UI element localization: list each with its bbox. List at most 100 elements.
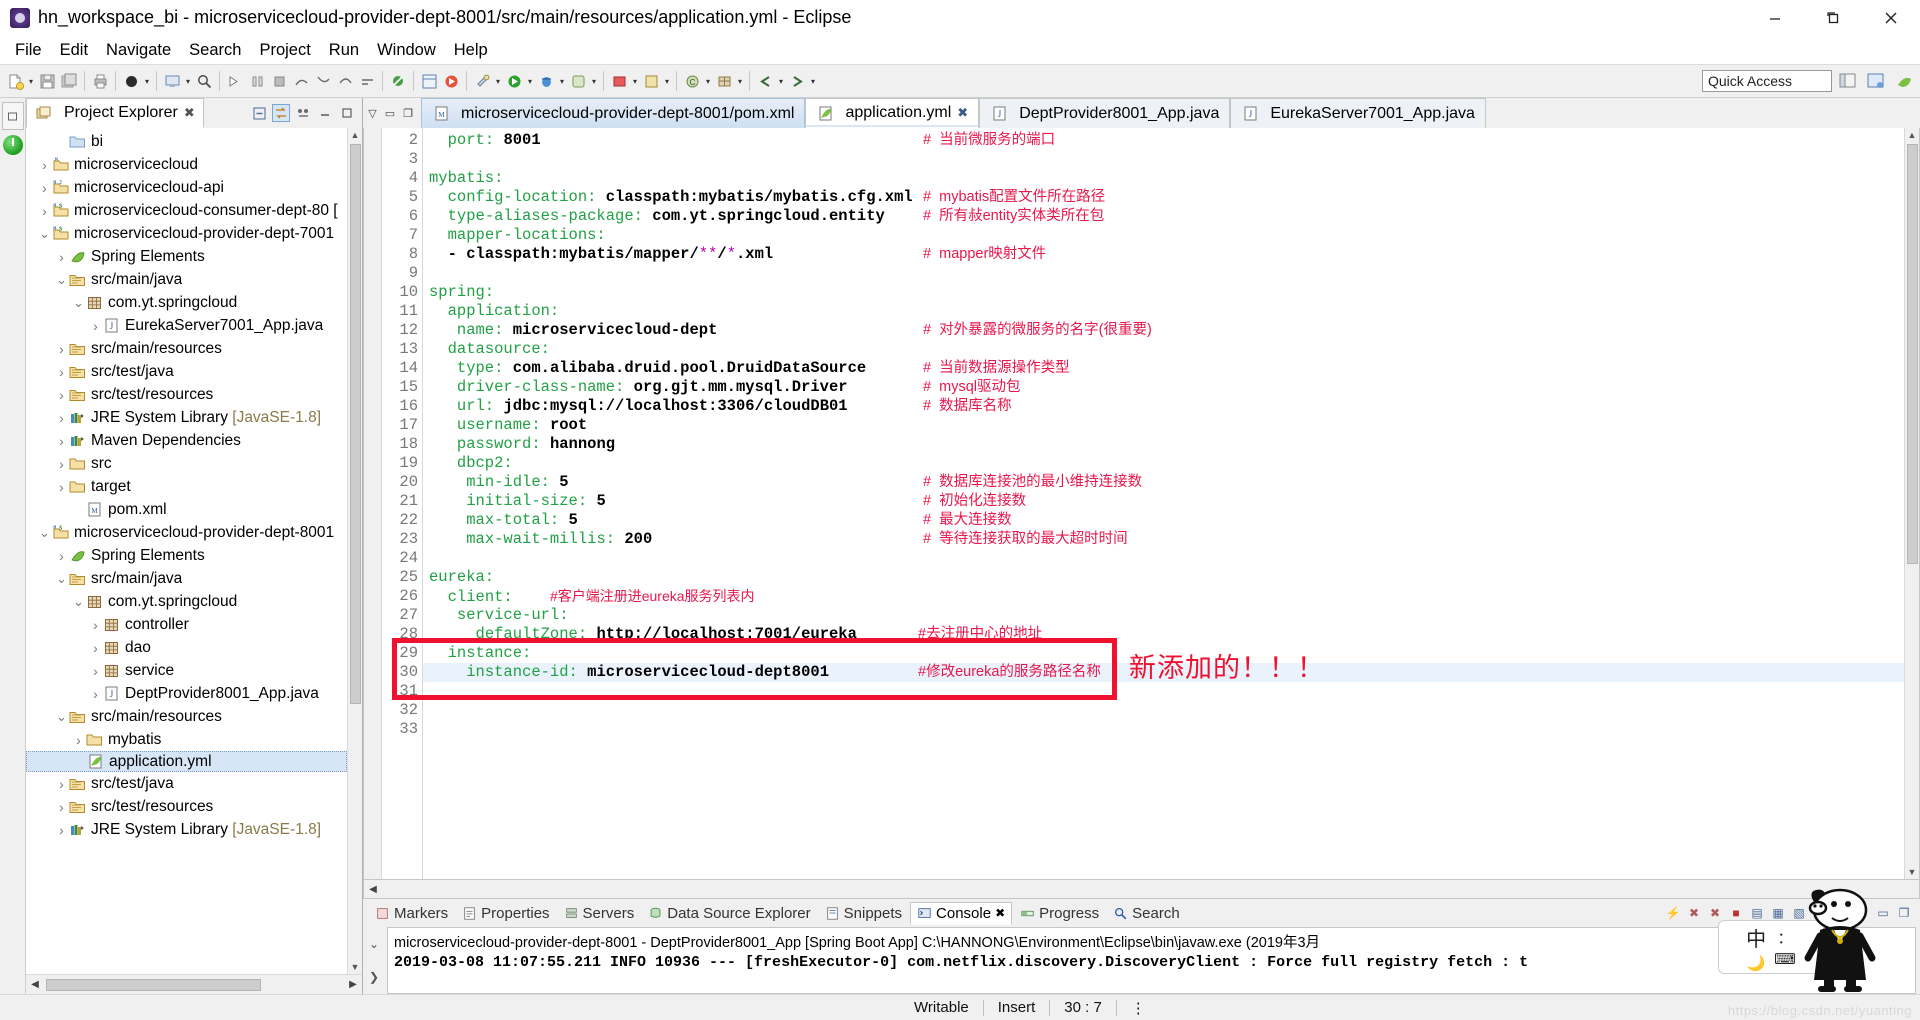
scroll-thumb[interactable] [349,144,361,704]
code-line[interactable] [423,549,1904,568]
chevron-right-icon[interactable]: › [89,636,102,659]
code-line[interactable]: max-total: 5 # 最大连接数 [423,511,1904,530]
word-wrap-icon[interactable]: ▧ [1791,905,1807,921]
link-with-editor-icon[interactable] [272,104,290,122]
external-tools-icon[interactable] [471,69,493,93]
code-line[interactable]: username: root [423,416,1904,435]
explorer-horizontal-scrollbar[interactable]: ◀ ▶ [26,974,362,994]
tree-node[interactable]: ⌄ com.yt.springcloud [26,590,347,613]
code-line[interactable]: max-wait-millis: 200 # 等待连接获取的最大超时时间 [423,530,1904,549]
editor-tab[interactable]: J EurekaServer7001_App.java [1230,98,1486,128]
code-line[interactable]: type: com.alibaba.druid.pool.DruidDataSo… [423,359,1904,378]
tree-node[interactable]: › src/main/resources [26,337,347,360]
debug-as-icon[interactable] [535,69,557,93]
display-selected-console-icon[interactable]: ▩ [1833,905,1849,921]
debug-icon[interactable] [120,69,142,93]
code-line[interactable]: - classpath:mybatis/mapper/**/*.xml # map… [423,245,1904,264]
tree-node[interactable]: ⌄ M Smicroservicecloud-provider-dept-7001 [26,222,347,245]
step-out-icon[interactable] [334,69,356,93]
chevron-right-icon[interactable]: › [38,153,51,176]
quick-access-input[interactable]: Quick Access [1702,70,1832,92]
minimize-view-icon[interactable] [316,104,334,122]
save-icon[interactable] [36,69,58,93]
tree-node[interactable]: › src/test/java [26,772,347,795]
chevron-down-icon[interactable]: ⌄ [38,521,51,544]
profile-icon[interactable] [567,69,589,93]
scroll-left-icon[interactable]: ◀ [26,979,44,990]
code-line[interactable]: mybatis: [423,169,1904,188]
scroll-left-icon[interactable]: ◀ [364,884,382,895]
console-tab[interactable]: Servers [558,903,641,924]
restore-view-icon[interactable] [1,102,24,130]
tree-node[interactable]: › JRE System Library [JavaSE-1.8] [26,406,347,429]
scroll-thumb[interactable] [1906,144,1918,564]
scroll-right-icon[interactable]: ▶ [344,979,362,990]
scroll-up-icon[interactable]: ▲ [1908,128,1917,142]
code-line[interactable]: spring: [423,283,1904,302]
tree-node[interactable]: ⌄ src/main/java [26,268,347,291]
step-filter-icon[interactable] [356,69,378,93]
run-as-icon[interactable] [503,69,525,93]
code-line[interactable]: mapper-locations: [423,226,1904,245]
menu-item-help[interactable]: Help [445,39,497,62]
editor-tab[interactable]: J DeptProvider8001_App.java [979,98,1231,128]
tree-node[interactable]: bi [26,130,347,153]
debug-dropdown-icon[interactable]: ▾ [142,69,152,93]
new-class-dropdown-icon[interactable]: ▾ [703,69,713,93]
open-console-menu-icon[interactable]: ▾ [1854,905,1870,921]
tree-node[interactable]: › Maven Dependencies [26,429,347,452]
code-line[interactable] [423,264,1904,283]
tree-node[interactable]: › src/test/resources [26,795,347,818]
debug-as-dropdown-icon[interactable]: ▾ [557,69,567,93]
menu-item-navigate[interactable]: Navigate [97,39,180,62]
code-line[interactable]: config-location: classpath:mybatis/mybat… [423,188,1904,207]
forward-dropdown-icon[interactable]: ▾ [808,69,818,93]
chevron-right-icon[interactable]: › [89,659,102,682]
console-tab[interactable]: Snippets [819,903,908,924]
code-line[interactable]: name: microservicecloud-dept # 对外暴露的微服务的名… [423,321,1904,340]
chevron-right-icon[interactable]: › [72,728,85,751]
collapse-all-icon[interactable] [250,104,268,122]
chevron-right-icon[interactable]: › [55,245,68,268]
editor-vertical-scrollbar[interactable]: ▲ ▼ [1904,128,1919,879]
new-wizard-icon[interactable] [640,69,662,93]
terminate-icon[interactable]: ■ [1728,905,1744,921]
code-line[interactable]: client: #客户端注册进eureka服务列表内 [423,587,1904,606]
menu-item-file[interactable]: File [6,39,51,62]
chevron-right-icon[interactable]: › [55,429,68,452]
scroll-down-icon[interactable]: ▼ [351,960,360,974]
collapse-icon[interactable]: ⌄ [369,937,379,951]
tree-node[interactable]: ⌄ src/main/resources [26,705,347,728]
profile-dropdown-icon[interactable]: ▾ [589,69,599,93]
tree-node[interactable]: › Spring Elements [26,245,347,268]
scroll-lock-icon[interactable]: ▦ [1770,905,1786,921]
tree-node[interactable]: application.yml [26,751,347,772]
close-button[interactable] [1862,0,1920,36]
chevron-right-icon[interactable]: › [55,475,68,498]
maximize-view-icon[interactable] [338,104,356,122]
remove-all-terminated-icon[interactable]: ✖ [1707,905,1723,921]
minimize-editor-icon[interactable]: ▭ [385,107,395,120]
code-line[interactable] [423,720,1904,739]
maximize-button[interactable] [1804,0,1862,36]
open-perspective-icon[interactable] [1836,69,1860,93]
code-line[interactable]: min-idle: 5 # 数据库连接池的最小维持连接数 [423,473,1904,492]
code-line[interactable] [423,701,1904,720]
tree-node[interactable]: › dao [26,636,347,659]
run-as-dropdown-icon[interactable]: ▾ [525,69,535,93]
code-line[interactable]: url: jdbc:mysql://localhost:3306/cloudDB… [423,397,1904,416]
hscroll-thumb[interactable] [46,978,261,991]
new-wizard-dropdown-icon[interactable]: ▾ [662,69,672,93]
tab-project-explorer[interactable]: Project Explorer ✖ [26,98,204,128]
open-console-icon[interactable]: ▤ [1749,905,1765,921]
external-tools-dropdown-icon[interactable]: ▾ [493,69,503,93]
tree-node[interactable]: › Spring Elements [26,544,347,567]
print-icon[interactable] [89,69,111,93]
code-line[interactable] [423,150,1904,169]
tree-node[interactable]: › M Smicroservicecloud-consumer-dept-80 [ [26,199,347,222]
status-more-icon[interactable]: ⋮ [1117,999,1160,1017]
chevron-right-icon[interactable]: › [38,176,51,199]
code-line[interactable]: datasource: [423,340,1904,359]
perspective-java-ee-icon[interactable] [1864,69,1888,93]
new-icon[interactable] [4,69,26,93]
